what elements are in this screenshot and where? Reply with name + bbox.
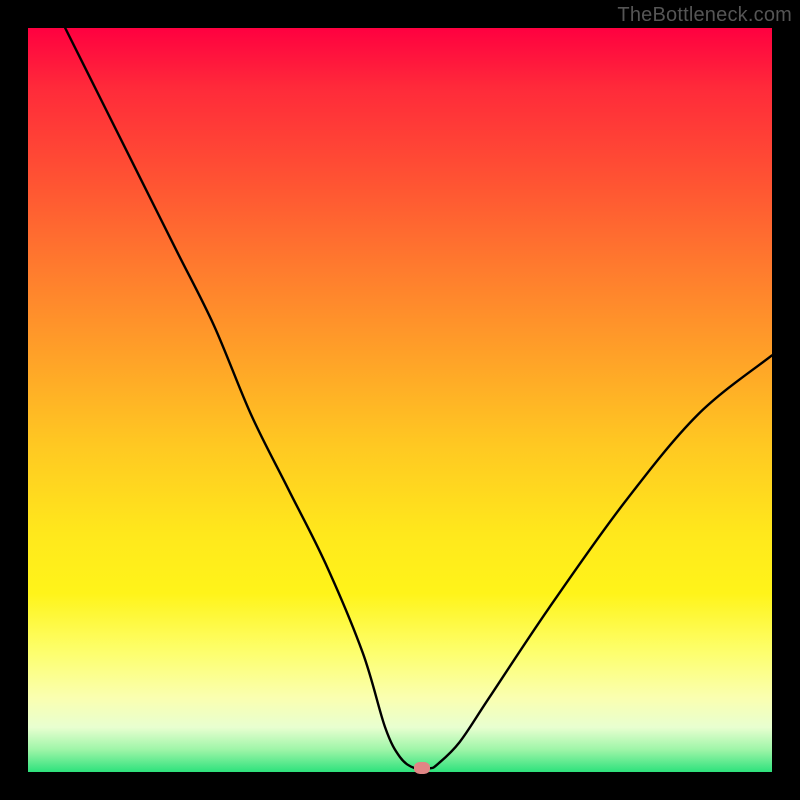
watermark-text: TheBottleneck.com xyxy=(617,4,792,27)
optimum-marker xyxy=(414,762,430,774)
plot-area xyxy=(28,28,772,772)
chart-frame: TheBottleneck.com xyxy=(0,0,800,800)
bottleneck-curve xyxy=(28,28,772,772)
